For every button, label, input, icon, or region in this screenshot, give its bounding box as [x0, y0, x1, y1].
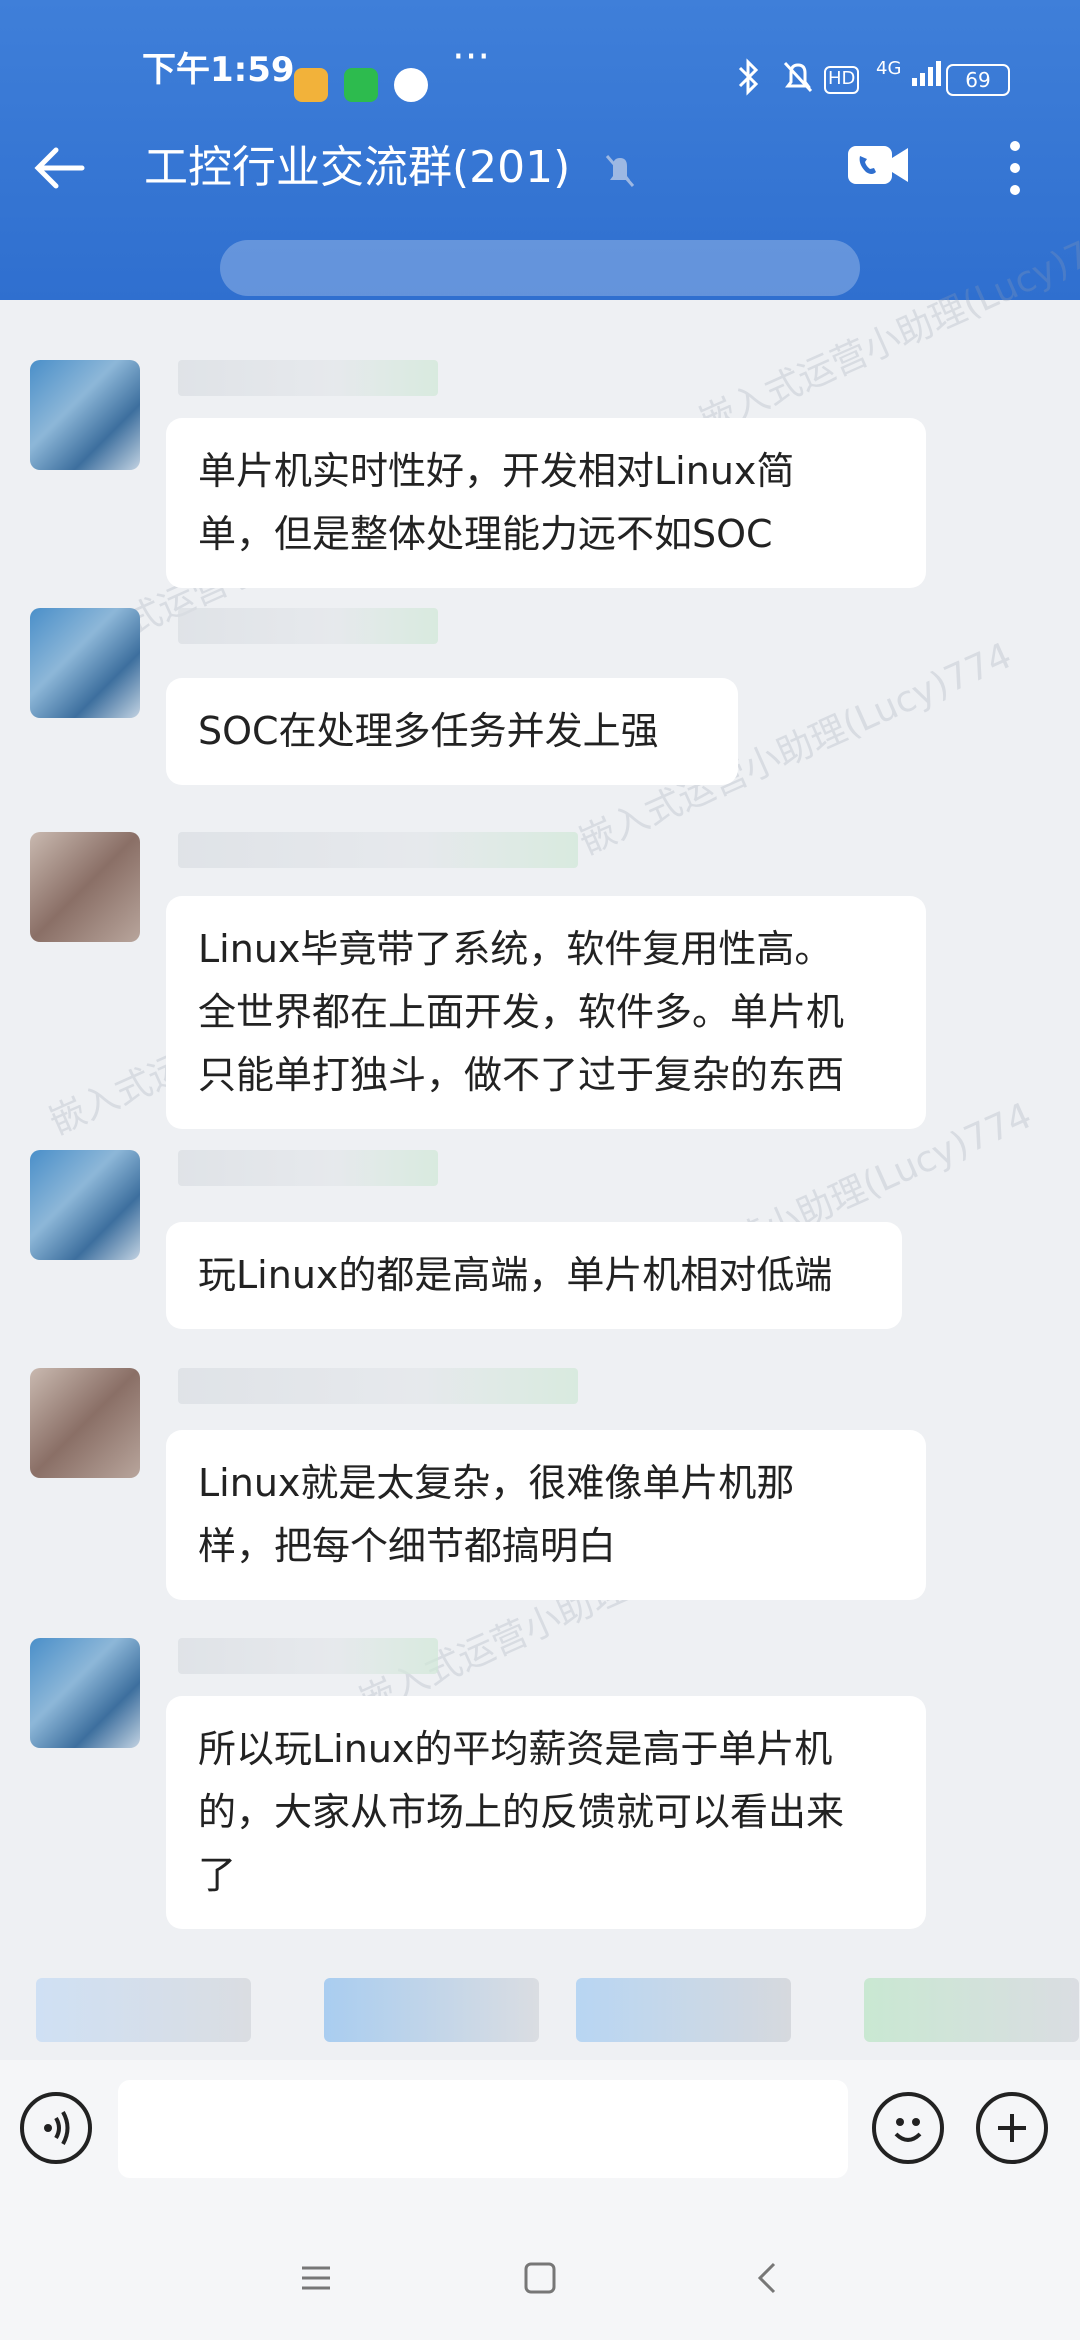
avatar[interactable]: [30, 360, 140, 470]
back-icon[interactable]: [748, 2258, 788, 2298]
quick-reply-bar: [0, 1948, 1080, 2048]
avatar[interactable]: [30, 1638, 140, 1748]
quick-reply-chip[interactable]: [576, 1978, 791, 2042]
top-bar: 下午1:59 ··· HD 4G 69 工控行业交流群(201): [0, 0, 1080, 300]
sender-name: [178, 608, 438, 644]
signal-icon: 4G: [876, 58, 946, 98]
plus-icon[interactable]: [976, 2092, 1048, 2164]
status-bar: 下午1:59 ··· HD 4G 69: [0, 28, 1080, 102]
avatar[interactable]: [30, 1368, 140, 1478]
back-arrow-icon[interactable]: [30, 138, 90, 198]
chat-messages: 嵌入式运营小助理(Lucy)774 嵌入式运营小助理(Lucy)774 嵌入式运…: [0, 215, 1080, 1950]
sender-name: [178, 1638, 438, 1674]
message-bubble[interactable]: 所以玩Linux的平均薪资是高于单片机 的，大家从市场上的反馈就可以看出来 了: [166, 1696, 926, 1929]
more-notifications-icon: ···: [452, 34, 491, 80]
message-bubble[interactable]: Linux就是太复杂，很难像单片机那 样，把每个细节都搞明白: [166, 1430, 926, 1600]
quick-reply-chip[interactable]: [864, 1978, 1079, 2042]
menu-icon[interactable]: [296, 2258, 336, 2298]
qq-app-icon: [394, 68, 428, 102]
sender-name: [178, 1150, 438, 1186]
avatar[interactable]: [30, 832, 140, 942]
emoji-icon[interactable]: [872, 2092, 944, 2164]
notifications-off-icon: [780, 58, 816, 98]
chat-title[interactable]: 工控行业交流群(201): [144, 136, 570, 200]
bell-off-icon: [602, 150, 638, 190]
sender-name: [178, 1368, 578, 1404]
message-input[interactable]: [118, 2080, 848, 2178]
quick-reply-chip[interactable]: [36, 1978, 251, 2042]
message-bubble[interactable]: 玩Linux的都是高端，单片机相对低端: [166, 1222, 902, 1329]
video-call-icon[interactable]: [846, 140, 912, 190]
voice-icon[interactable]: [20, 2092, 92, 2164]
avatar[interactable]: [30, 1150, 140, 1260]
wechat-app-icon: [344, 68, 378, 102]
hd-voice-icon: HD: [824, 66, 860, 94]
sender-name: [178, 360, 438, 396]
pinned-announcement[interactable]: [220, 240, 860, 296]
bluetooth-icon: [736, 58, 762, 98]
home-icon[interactable]: [520, 2258, 560, 2298]
battery-indicator: 69: [946, 64, 1010, 96]
status-time: 下午1:59: [142, 50, 295, 90]
quick-reply-chip[interactable]: [324, 1978, 539, 2042]
network-type: 4G: [876, 58, 902, 79]
sender-name: [178, 832, 578, 868]
input-bar: [0, 2060, 1080, 2210]
more-vert-icon[interactable]: [1000, 136, 1030, 200]
message-bubble[interactable]: 单片机实时性好，开发相对Linux简 单，但是整体处理能力远不如SOC: [166, 418, 926, 588]
avatar[interactable]: [30, 608, 140, 718]
system-nav-bar: [0, 2210, 1080, 2340]
notes-app-icon: [294, 68, 328, 102]
message-bubble[interactable]: SOC在处理多任务并发上强: [166, 678, 738, 785]
message-bubble[interactable]: Linux毕竟带了系统，软件复用性高。 全世界都在上面开发，软件多。单片机 只能…: [166, 896, 926, 1129]
chat-header: 工控行业交流群(201): [0, 120, 1080, 230]
